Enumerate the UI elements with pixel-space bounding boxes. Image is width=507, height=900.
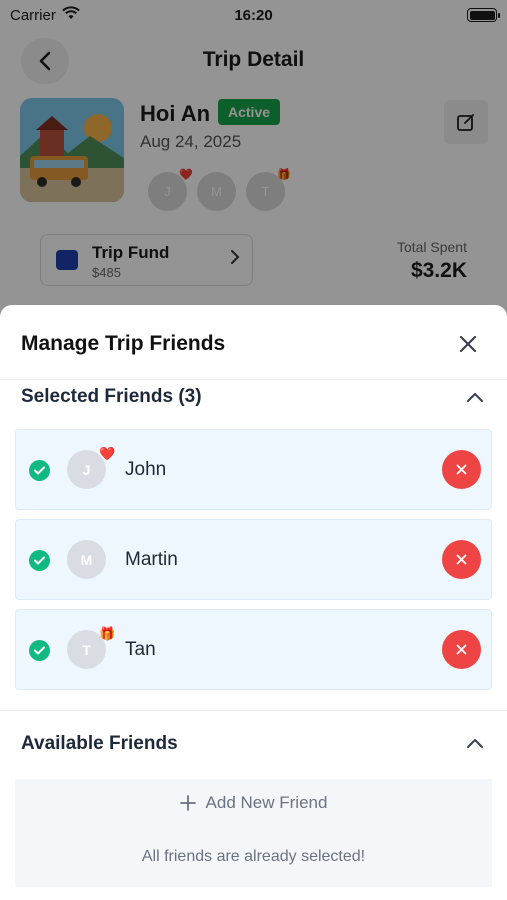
sheet-title: Manage Trip Friends (21, 332, 226, 355)
collapse-selected-button[interactable] (465, 387, 485, 407)
avatar: M (67, 540, 106, 579)
add-new-friend-button[interactable]: Add New Friend (15, 779, 492, 827)
check-icon (29, 460, 50, 481)
chevron-up-icon (467, 738, 483, 748)
close-icon (456, 464, 467, 475)
remove-friend-button[interactable] (442, 450, 481, 489)
empty-state-message: All friends are already selected! (15, 827, 492, 887)
divider (0, 710, 507, 711)
list-item: M Martin (15, 519, 492, 600)
friend-name: John (125, 459, 167, 480)
close-button[interactable] (453, 329, 483, 359)
collapse-available-button[interactable] (465, 733, 485, 753)
check-icon (29, 640, 50, 661)
friend-name: Tan (125, 639, 156, 660)
close-icon (456, 554, 467, 565)
selected-friends-title: Selected Friends (3) (21, 386, 202, 407)
remove-friend-button[interactable] (442, 540, 481, 579)
list-item: J ❤️ John (15, 429, 492, 510)
close-icon (459, 335, 477, 353)
add-new-friend-label: Add New Friend (205, 793, 328, 812)
chevron-up-icon (467, 392, 483, 402)
gift-icon: 🎁 (99, 626, 116, 641)
list-item: T 🎁 Tan (15, 609, 492, 690)
remove-friend-button[interactable] (442, 630, 481, 669)
heart-icon: ❤️ (99, 446, 116, 461)
plus-icon (179, 795, 196, 811)
sheet-header: Manage Trip Friends (0, 305, 507, 380)
close-icon (456, 644, 467, 655)
available-friends-title: Available Friends (21, 733, 178, 754)
check-icon (29, 550, 50, 571)
manage-friends-sheet: Manage Trip Friends Selected Friends (3)… (0, 305, 507, 900)
friend-name: Martin (125, 549, 178, 570)
